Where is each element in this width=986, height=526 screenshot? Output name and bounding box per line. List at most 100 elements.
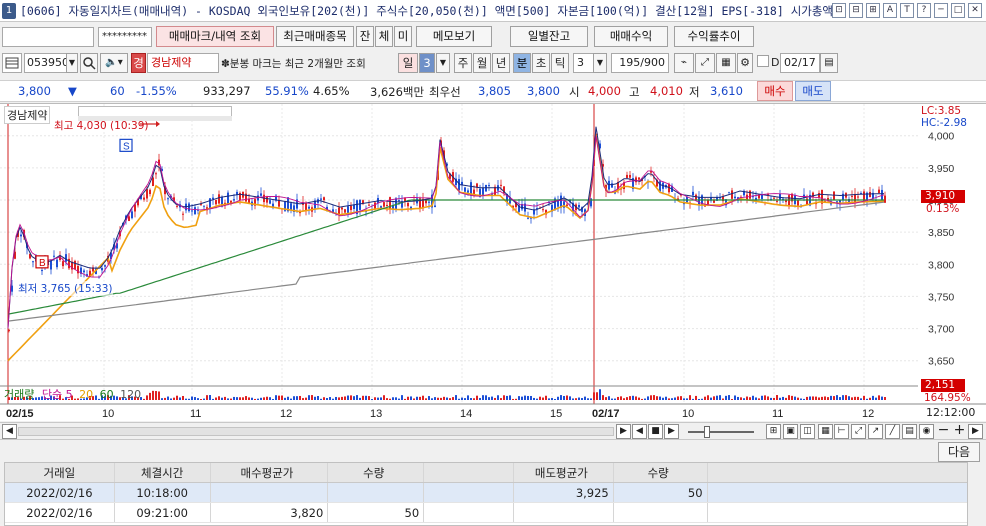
candle-body	[818, 193, 820, 198]
save-icon[interactable]: ▦	[716, 53, 736, 73]
col-time[interactable]: 체결시간	[115, 463, 211, 482]
volume-bar	[494, 397, 496, 400]
close-icon[interactable]: ✕	[968, 3, 982, 18]
password-input[interactable]: *********	[98, 27, 152, 47]
magnify-icon[interactable]: ◉	[919, 424, 934, 439]
layout-icon[interactable]: ⊟	[849, 3, 863, 18]
volume-bar	[371, 398, 373, 400]
date-input[interactable]: 02/17	[780, 53, 820, 73]
zoom-in-button[interactable]: +	[952, 423, 967, 439]
code-list-icon[interactable]	[2, 53, 22, 73]
data-count-input[interactable]: 195/900	[611, 53, 669, 73]
maximize-icon[interactable]: □	[951, 3, 965, 18]
account-number-input[interactable]	[2, 27, 94, 47]
chart-canvas[interactable]: 4,0003,9503,9003,8503,8003,7503,7003,650…	[0, 104, 986, 422]
cell-blank	[708, 483, 967, 502]
unit-year-button[interactable]: 년	[492, 53, 510, 73]
unit-minute-button[interactable]: 분	[513, 53, 531, 73]
volume-bar	[788, 395, 790, 400]
col-buy-avg[interactable]: 매수평균가	[211, 463, 329, 482]
play-icon[interactable]: ▶	[616, 424, 631, 439]
volume-bar	[884, 397, 886, 400]
table-row[interactable]: 2022/02/16 10:18:00 3,925 50	[5, 483, 967, 503]
back-icon[interactable]: ◀	[632, 424, 647, 439]
scroll-right-icon[interactable]: ▶	[968, 424, 983, 439]
date-checkbox[interactable]	[757, 55, 769, 67]
font-icon[interactable]: A	[883, 3, 897, 18]
stock-name-field[interactable]: 경남제약	[147, 53, 219, 73]
volume-bar	[713, 396, 715, 400]
col-sell-qty[interactable]: 수량	[614, 463, 708, 482]
volume-bar	[314, 396, 316, 400]
table-row[interactable]: 2022/02/16 09:21:00 3,820 50	[5, 503, 967, 523]
trend-tool-icon[interactable]: ⌁	[674, 53, 694, 73]
stop-icon[interactable]: ■	[648, 424, 663, 439]
price-chart[interactable]: 4,0003,9503,9003,8503,8003,7503,7003,650…	[0, 103, 986, 421]
buy-button[interactable]: 매수	[757, 81, 793, 101]
trade-profit-button[interactable]: 매매수익	[594, 26, 668, 47]
arrow-tool-icon[interactable]: ↗	[868, 424, 883, 439]
candle-body	[191, 210, 193, 212]
col-buy-qty[interactable]: 수량	[328, 463, 425, 482]
sell-button[interactable]: 매도	[795, 81, 831, 101]
next-page-button[interactable]: 다음	[938, 442, 980, 462]
daily-balance-button[interactable]: 일별잔고	[510, 26, 588, 47]
grid-icon[interactable]: ⊞	[866, 3, 880, 18]
x-tick-label: 13	[370, 408, 382, 420]
balance-button[interactable]: 잔	[356, 26, 374, 47]
return-trend-button[interactable]: 수익률추이	[674, 26, 754, 47]
candle-body	[851, 195, 853, 197]
expand-icon[interactable]: ⤢	[851, 424, 866, 439]
link-icon[interactable]: ⊡	[832, 3, 846, 18]
unit-tick-button[interactable]: 틱	[551, 53, 569, 73]
trade-mark-query-button[interactable]: 매매마크/내역 조회	[156, 26, 274, 47]
unit-month-button[interactable]: 월	[473, 53, 491, 73]
help-icon[interactable]: ?	[917, 3, 931, 18]
unit-second-button[interactable]: 초	[532, 53, 550, 73]
settings-icon[interactable]: ⚙	[737, 53, 753, 73]
scroll-left-icon[interactable]: ◀	[2, 424, 17, 439]
crosshair-icon[interactable]: ⊞	[766, 424, 781, 439]
table-scrollbar[interactable]	[967, 463, 982, 525]
recent-trades-button[interactable]: 최근매매종목	[276, 26, 354, 47]
forward-icon[interactable]: ▶	[664, 424, 679, 439]
executed-button[interactable]: 체	[375, 26, 393, 47]
grid-toggle-icon[interactable]: ▦	[818, 424, 833, 439]
candle-body	[635, 177, 637, 183]
volume-bar	[539, 396, 541, 400]
cell-time: 09:21:00	[115, 503, 211, 522]
candle-body	[728, 192, 730, 194]
minimize-icon[interactable]: ─	[934, 3, 948, 18]
period-day-button[interactable]: 일	[398, 53, 418, 73]
image-icon[interactable]: ▤	[902, 424, 917, 439]
text-icon[interactable]: T	[900, 3, 914, 18]
candle-body	[341, 207, 343, 210]
line-tool-icon[interactable]: ╱	[885, 424, 900, 439]
unit-week-button[interactable]: 주	[454, 53, 472, 73]
measure-icon[interactable]: ⊢	[834, 424, 849, 439]
zoom-out-button[interactable]: −	[936, 423, 951, 439]
col-date[interactable]: 거래일	[5, 463, 115, 482]
interval-dropdown-icon[interactable]: ▼	[593, 53, 607, 73]
col-sell-avg[interactable]: 매도평균가	[514, 463, 614, 482]
draw-tool-icon[interactable]: ⤢	[695, 53, 715, 73]
candle-body	[425, 200, 427, 204]
zoom-slider-thumb[interactable]	[704, 426, 710, 438]
candle-body	[482, 187, 484, 196]
period-count-select[interactable]: 3	[419, 53, 435, 73]
zoom-slider[interactable]	[688, 431, 754, 433]
code-dropdown-icon[interactable]: ▼	[66, 53, 78, 73]
fit-icon[interactable]: ▣	[783, 424, 798, 439]
volume-bar	[485, 395, 487, 400]
volume-bar	[665, 396, 667, 400]
volume-bar	[299, 395, 301, 400]
volume-bar	[650, 395, 652, 400]
unexecuted-button[interactable]: 미	[394, 26, 412, 47]
memo-button[interactable]: 메모보기	[416, 26, 492, 47]
calendar-icon[interactable]: ▤	[820, 53, 838, 73]
period-dropdown-icon[interactable]: ▼	[436, 53, 450, 73]
search-icon[interactable]	[80, 53, 98, 73]
chart-scrollbar[interactable]	[18, 427, 614, 436]
sound-icon[interactable]: 🔈▾	[100, 53, 128, 73]
split-icon[interactable]: ◫	[800, 424, 815, 439]
